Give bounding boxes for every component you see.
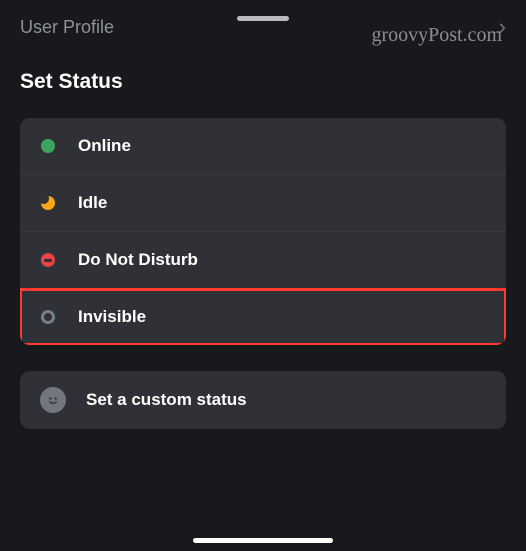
- status-option-dnd[interactable]: Do Not Disturb: [20, 232, 506, 289]
- home-indicator[interactable]: [193, 538, 333, 543]
- invisible-icon: [40, 309, 56, 325]
- sheet-header: User Profile ›: [0, 0, 526, 50]
- status-list: Online Idle Do Not Disturb Invisible: [20, 118, 506, 345]
- set-custom-status-button[interactable]: Set a custom status: [20, 371, 506, 429]
- status-option-online[interactable]: Online: [20, 118, 506, 175]
- chevron-right-icon[interactable]: ›: [499, 14, 506, 40]
- status-label: Do Not Disturb: [78, 250, 198, 270]
- drag-handle[interactable]: [237, 16, 289, 21]
- idle-icon: [40, 195, 56, 211]
- status-label: Online: [78, 136, 131, 156]
- status-label: Idle: [78, 193, 107, 213]
- section-title: Set Status: [0, 50, 526, 118]
- emoji-icon: [40, 387, 66, 413]
- status-option-invisible[interactable]: Invisible: [20, 289, 506, 345]
- dnd-icon: [40, 252, 56, 268]
- status-option-idle[interactable]: Idle: [20, 175, 506, 232]
- custom-status-label: Set a custom status: [86, 390, 247, 410]
- online-icon: [40, 138, 56, 154]
- status-label: Invisible: [78, 307, 146, 327]
- back-label[interactable]: User Profile: [20, 17, 114, 38]
